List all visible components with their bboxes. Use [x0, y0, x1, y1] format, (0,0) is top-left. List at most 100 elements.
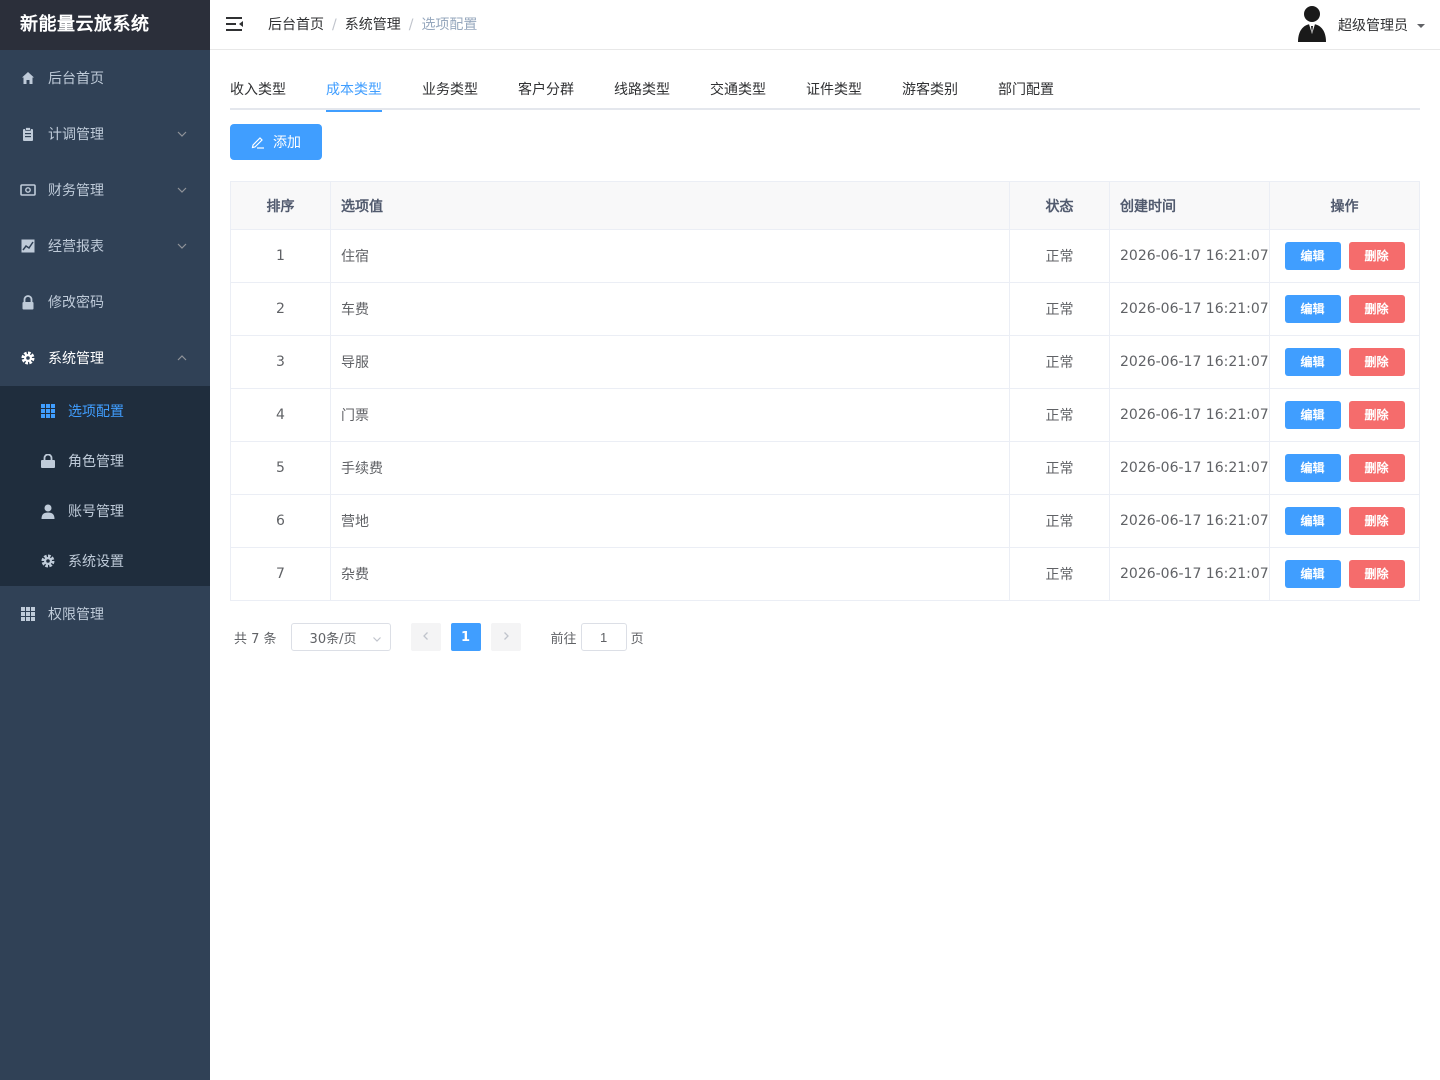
- sidebar-item-label: 权限管理: [48, 607, 104, 623]
- table-row: 3 导服 正常 2026-06-17 16:21:07 编辑 删除: [230, 335, 1420, 389]
- cell-actions: 编辑 删除: [1269, 494, 1420, 548]
- sidebar-item-permissions[interactable]: 权限管理: [0, 586, 210, 642]
- breadcrumb-system[interactable]: 系统管理: [345, 17, 401, 33]
- column-header-actions: 操作: [1269, 181, 1420, 230]
- cell-created: 2026-06-17 16:21:07: [1109, 229, 1270, 283]
- sidebar-item-system[interactable]: 系统管理: [0, 330, 210, 386]
- sidebar-item-option-config[interactable]: 选项配置: [0, 386, 210, 436]
- sidebar-item-label: 修改密码: [48, 295, 104, 311]
- page-size-select[interactable]: 30条/页: [290, 623, 391, 651]
- cell-actions: 编辑 删除: [1269, 547, 1420, 601]
- page-number-current[interactable]: 1: [450, 623, 481, 651]
- gear-icon: [40, 553, 56, 569]
- column-header-value: 选项值: [330, 181, 1010, 230]
- cell-actions: 编辑 删除: [1269, 282, 1420, 336]
- home-icon: [20, 70, 36, 86]
- finance-icon: [20, 182, 36, 198]
- breadcrumb-home[interactable]: 后台首页: [268, 17, 324, 33]
- column-header-order: 排序: [230, 181, 331, 230]
- delete-button[interactable]: 删除: [1348, 560, 1405, 588]
- sidebar-item-label: 角色管理: [68, 454, 124, 470]
- sidebar-item-label: 账号管理: [68, 504, 124, 520]
- cell-value: 导服: [330, 335, 1010, 389]
- add-button-label: 添加: [273, 134, 301, 150]
- delete-button[interactable]: 删除: [1348, 295, 1405, 323]
- cell-actions: 编辑 删除: [1269, 388, 1420, 442]
- lock-icon: [20, 294, 36, 310]
- cell-order: 7: [230, 547, 331, 601]
- sidebar-item-reports[interactable]: 经营报表: [0, 218, 210, 274]
- sidebar: 新能量云旅系统 后台首页 计调管理 财务管理 经营报表 修改密码 系统管理 选项…: [0, 0, 210, 1080]
- next-page-button[interactable]: [490, 623, 521, 651]
- table-row: 5 手续费 正常 2026-06-17 16:21:07 编辑 删除: [230, 441, 1420, 495]
- edit-button[interactable]: 编辑: [1284, 507, 1341, 535]
- page-size-value: 30条/页: [309, 631, 357, 647]
- add-button[interactable]: 添加: [230, 124, 322, 160]
- cell-actions: 编辑 删除: [1269, 335, 1420, 389]
- tab-customer-group[interactable]: 客户分群: [518, 72, 574, 110]
- tab-tourist-category[interactable]: 游客类别: [902, 72, 958, 110]
- topbar: 后台首页 / 系统管理 / 选项配置 超级管理员: [210, 0, 1440, 50]
- chevron-down-icon: [372, 633, 382, 648]
- chevron-down-icon: [176, 128, 188, 144]
- options-table: 排序 选项值 状态 创建时间 操作 1 住宿 正常 2026-06-17 16:…: [230, 181, 1420, 601]
- edit-button[interactable]: 编辑: [1284, 348, 1341, 376]
- table-row: 1 住宿 正常 2026-06-17 16:21:07 编辑 删除: [230, 229, 1420, 283]
- cell-actions: 编辑 删除: [1269, 229, 1420, 283]
- cell-created: 2026-06-17 16:21:07: [1109, 547, 1270, 601]
- breadcrumb-separator: /: [408, 17, 414, 33]
- delete-button[interactable]: 删除: [1348, 348, 1405, 376]
- chevron-down-icon: [176, 240, 188, 256]
- sidebar-item-label: 经营报表: [48, 239, 104, 255]
- delete-button[interactable]: 删除: [1348, 401, 1405, 429]
- cell-status: 正常: [1009, 335, 1110, 389]
- chevron-right-icon: [501, 630, 511, 645]
- goto-page-input[interactable]: [580, 623, 627, 651]
- edit-button[interactable]: 编辑: [1284, 242, 1341, 270]
- sidebar-item-accounts[interactable]: 账号管理: [0, 486, 210, 536]
- cell-value: 杂费: [330, 547, 1010, 601]
- cell-status: 正常: [1009, 547, 1110, 601]
- tab-document-type[interactable]: 证件类型: [806, 72, 862, 110]
- delete-button[interactable]: 删除: [1348, 454, 1405, 482]
- sidebar-item-dashboard[interactable]: 后台首页: [0, 50, 210, 106]
- table-row: 6 营地 正常 2026-06-17 16:21:07 编辑 删除: [230, 494, 1420, 548]
- delete-button[interactable]: 删除: [1348, 242, 1405, 270]
- tab-income-type[interactable]: 收入类型: [230, 72, 286, 110]
- edit-button[interactable]: 编辑: [1284, 454, 1341, 482]
- tab-business-type[interactable]: 业务类型: [422, 72, 478, 110]
- sidebar-item-label: 系统设置: [68, 554, 124, 570]
- table-row: 7 杂费 正常 2026-06-17 16:21:07 编辑 删除: [230, 547, 1420, 601]
- goto-page: 前往 页: [551, 623, 644, 651]
- cell-value: 住宿: [330, 229, 1010, 283]
- tab-route-type[interactable]: 线路类型: [614, 72, 670, 110]
- edit-button[interactable]: 编辑: [1284, 295, 1341, 323]
- chevron-left-icon: [421, 630, 431, 645]
- sidebar-item-planning[interactable]: 计调管理: [0, 106, 210, 162]
- edit-button[interactable]: 编辑: [1284, 560, 1341, 588]
- goto-prefix: 前往: [550, 631, 577, 647]
- prev-page-button[interactable]: [410, 623, 441, 651]
- edit-button[interactable]: 编辑: [1284, 401, 1341, 429]
- tab-department-config[interactable]: 部门配置: [998, 72, 1054, 110]
- tab-transport-type[interactable]: 交通类型: [710, 72, 766, 110]
- cell-status: 正常: [1009, 282, 1110, 336]
- user-menu[interactable]: 超级管理员: [1296, 6, 1426, 44]
- sidebar-item-settings[interactable]: 系统设置: [0, 536, 210, 586]
- sidebar-item-roles[interactable]: 角色管理: [0, 436, 210, 486]
- sidebar-item-finance[interactable]: 财务管理: [0, 162, 210, 218]
- cell-order: 1: [230, 229, 331, 283]
- table-row: 2 车费 正常 2026-06-17 16:21:07 编辑 删除: [230, 282, 1420, 336]
- lock-icon: [40, 453, 56, 469]
- grid-icon: [40, 403, 56, 419]
- table-row: 4 门票 正常 2026-06-17 16:21:07 编辑 删除: [230, 388, 1420, 442]
- caret-down-icon: [1416, 16, 1426, 35]
- tab-cost-type[interactable]: 成本类型: [326, 72, 382, 112]
- sidebar-item-change-password[interactable]: 修改密码: [0, 274, 210, 330]
- cell-value: 车费: [330, 282, 1010, 336]
- column-header-created: 创建时间: [1109, 181, 1270, 230]
- cell-status: 正常: [1009, 388, 1110, 442]
- delete-button[interactable]: 删除: [1348, 507, 1405, 535]
- hamburger-menu-icon[interactable]: [226, 16, 244, 34]
- gear-icon: [20, 350, 36, 366]
